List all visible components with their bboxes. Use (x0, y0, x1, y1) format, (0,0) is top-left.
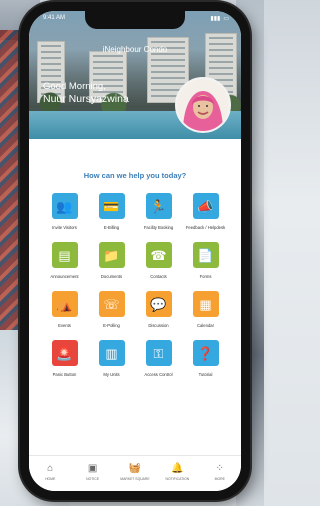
tab-home[interactable]: ⌂ HOME (30, 463, 70, 482)
phone-screen: 9:41 AM ▮▮▮ ▭ iNeighbour Condo Good Morn… (29, 11, 241, 491)
tab-label: MARKET SQUARE (120, 477, 150, 481)
service-tile[interactable]: 📄 Forms (182, 242, 229, 279)
battery-icon: ▭ (223, 16, 229, 22)
signal-icon: ▮▮▮ (210, 16, 221, 22)
service-tile[interactable]: 📁 Documents (88, 242, 135, 279)
service-label: Documents (100, 274, 123, 279)
forms-icon: 📄 (192, 242, 219, 268)
service-tile[interactable]: 📣 Feedback / Helpdesk (182, 193, 229, 230)
service-tile[interactable]: 🚨 Panic Button (41, 340, 88, 377)
tab-more[interactable]: ⁘ MORE (200, 463, 240, 482)
events-icon: ⛺ (51, 291, 78, 317)
epolling-icon: ☏ (98, 291, 125, 317)
service-label: Events (58, 323, 71, 328)
notice-icon: ▣ (87, 463, 98, 474)
service-label: Calendar (197, 323, 214, 328)
service-tile[interactable]: 🏃 Facility Booking (135, 193, 182, 230)
feedback-icon: 📣 (192, 193, 219, 219)
service-tile[interactable]: ⚿ Access Control (135, 340, 182, 377)
phone-frame: 9:41 AM ▮▮▮ ▭ iNeighbour Condo Good Morn… (20, 2, 250, 500)
visitors-icon: 👥 (51, 193, 78, 219)
help-prompt: How can we help you today? (83, 171, 187, 180)
market-icon: 🧺 (128, 463, 142, 474)
service-tile[interactable]: ☎ Contacts (135, 242, 182, 279)
service-label: Panic Button (52, 372, 77, 377)
access-icon: ⚿ (145, 340, 172, 366)
tab-notice[interactable]: ▣ NOTICE (73, 463, 113, 482)
condo-title: iNeighbour Condo (102, 45, 168, 54)
service-label: Invite Visitors (52, 225, 77, 230)
announcement-icon: ▤ (51, 242, 78, 268)
status-bar: 9:41 AM ▮▮▮ ▭ (43, 15, 229, 25)
calendar-icon: ▦ (192, 291, 219, 317)
service-tile[interactable]: ▤ Announcement (41, 242, 88, 279)
documents-icon: 📁 (98, 242, 125, 268)
tab-label: NOTIFICATION (165, 477, 190, 481)
service-tile[interactable]: ❓ Tutorial (182, 340, 229, 377)
contacts-icon: ☎ (145, 242, 172, 268)
panic-icon: 🚨 (51, 340, 78, 366)
service-label: Forms (199, 274, 212, 279)
service-tile[interactable]: ▦ Calendar (182, 291, 229, 328)
greeting-text: Good Morning, (43, 81, 106, 92)
service-tile[interactable]: 👥 Invite Visitors (41, 193, 88, 230)
tab-label: NOTICE (86, 477, 99, 481)
service-tile[interactable]: ▥ My Units (88, 340, 135, 377)
service-label: Facility Booking (143, 225, 174, 230)
home-icon: ⌂ (47, 463, 54, 474)
service-label: Contacts (150, 274, 167, 279)
more-icon: ⁘ (215, 463, 224, 474)
service-tile[interactable]: ⛺ Events (41, 291, 88, 328)
avatar-photo (177, 79, 229, 131)
avatar[interactable] (175, 77, 231, 133)
service-label: Feedback / Helpdesk (185, 225, 226, 230)
service-label: Announcement (50, 274, 79, 279)
tab-label: HOME (45, 477, 56, 481)
user-name: Nuur Nursyazwina (43, 93, 129, 105)
service-label: E-Billing (103, 225, 120, 230)
tutorial-icon: ❓ (192, 340, 219, 366)
service-label: Discussion (148, 323, 169, 328)
notification-icon: 🔔 (171, 463, 184, 474)
service-label: E-Polling (103, 323, 120, 328)
tab-market-square[interactable]: 🧺 MARKET SQUARE (115, 463, 155, 482)
bottom-tab-bar: ⌂ HOME ▣ NOTICE 🧺 MARKET SQUARE 🔔 NOTIFICATION ⁘… (29, 455, 241, 491)
service-tile[interactable]: ☏ E-Polling (88, 291, 135, 328)
units-icon: ▥ (98, 340, 125, 366)
tab-label: MORE (214, 477, 225, 481)
service-label: Access Control (144, 372, 173, 377)
tab-notification[interactable]: 🔔 NOTIFICATION (157, 463, 197, 482)
ebilling-icon: 💳 (98, 193, 125, 219)
service-tile[interactable]: 💬 Discussion (135, 291, 182, 328)
discussion-icon: 💬 (145, 291, 172, 317)
greeting-block: Good Morning, Nuur Nursyazwina (43, 81, 129, 105)
service-tile[interactable]: 💳 E-Billing (88, 193, 135, 230)
service-label: Tutorial (198, 372, 213, 377)
facility-icon: 🏃 (145, 193, 172, 219)
status-time: 9:41 AM (43, 15, 66, 21)
service-label: My Units (103, 372, 120, 377)
services-grid: 👥 Invite Visitors 💳 E-Billing 🏃 Facility Book… (41, 193, 229, 377)
